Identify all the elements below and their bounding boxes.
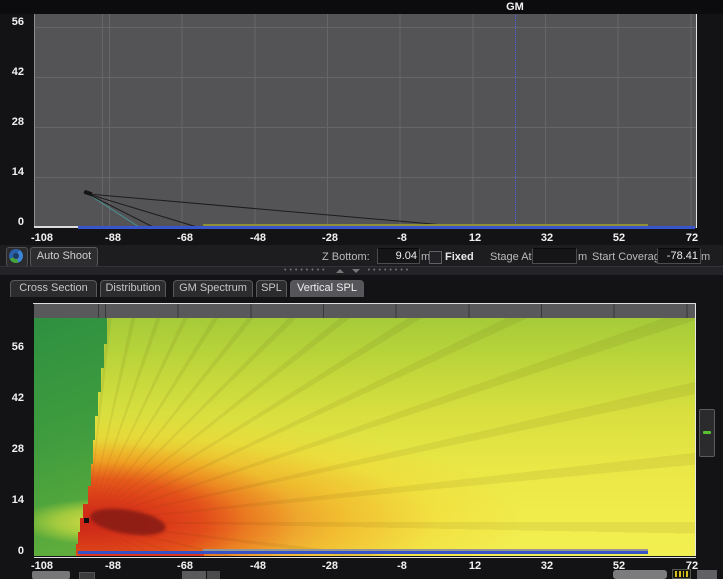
x-tick: 12: [451, 559, 499, 573]
collapse-down-icon[interactable]: [352, 269, 360, 273]
x-tick: -48: [234, 559, 282, 573]
bottom-right-scroll-handle[interactable]: [613, 570, 667, 579]
shoot-icon: [9, 249, 23, 263]
y-tick: 14: [0, 165, 24, 179]
heatmap-bottom-border: [34, 557, 696, 558]
heatmap-source-point: [84, 518, 89, 523]
splitter-handle[interactable]: •••••••• ••••••••: [284, 268, 440, 274]
x-tick: 72: [668, 231, 716, 245]
start-coverage-unit: m: [701, 251, 710, 263]
top-margin-strip: [0, 0, 723, 14]
x-tick: 12: [451, 231, 499, 245]
x-tick: -48: [234, 231, 282, 245]
y-tick: 14: [0, 493, 24, 507]
top-axis-line: [34, 226, 81, 228]
bottom-small-button[interactable]: [79, 572, 95, 579]
fixed-label: Fixed: [445, 251, 474, 263]
x-tick: 32: [523, 231, 571, 245]
x-tick: -8: [378, 559, 426, 573]
z-bottom-input[interactable]: [377, 248, 420, 264]
tab-cross-section[interactable]: Cross Section: [10, 280, 97, 297]
top-ground-line: [78, 226, 695, 229]
cross-section-plot[interactable]: [34, 14, 697, 228]
splitter-dots: ••••••••: [368, 268, 412, 274]
x-tick: -28: [306, 231, 354, 245]
splitter-dots: ••••••••: [284, 268, 328, 274]
line-array-marker: [84, 190, 93, 196]
x-tick: 52: [595, 231, 643, 245]
y-tick: 0: [0, 544, 24, 558]
heatmap-section-bar[interactable]: [34, 304, 696, 318]
app-window: GM 56 42 28 14 0 -108 -88 -68 -48 -28 -8…: [0, 0, 723, 579]
top-audience-line: [203, 224, 648, 226]
gm-position-line: [515, 15, 516, 227]
y-tick: 0: [0, 215, 24, 229]
auto-shoot-button[interactable]: Auto Shoot: [30, 247, 98, 267]
panel-splitter[interactable]: •••••••• ••••••••: [0, 266, 723, 275]
tab-vertical-spl[interactable]: Vertical SPL: [290, 280, 364, 297]
stage-at-input[interactable]: [532, 248, 577, 264]
level-meter-icon: [672, 569, 691, 579]
x-tick: -28: [306, 559, 354, 573]
view-tabbar: Cross Section Distribution GM Spectrum S…: [8, 280, 364, 297]
fixed-checkbox[interactable]: [429, 251, 442, 264]
y-tick: 28: [0, 442, 24, 456]
gm-marker-label: GM: [495, 0, 535, 14]
bottom-control[interactable]: [207, 571, 220, 579]
start-coverage-input[interactable]: [657, 248, 701, 264]
x-tick: -88: [89, 231, 137, 245]
z-bottom-label: Z Bottom:: [322, 251, 370, 263]
x-tick: -68: [161, 231, 209, 245]
speaker-fan-drawing: [35, 14, 696, 228]
y-tick: 42: [0, 65, 24, 79]
stage-at-label: Stage At:: [490, 251, 535, 263]
x-tick: -88: [89, 559, 137, 573]
tab-spl[interactable]: SPL: [256, 280, 287, 297]
stage-at-unit: m: [578, 251, 587, 263]
y-tick: 28: [0, 115, 24, 129]
x-tick: 32: [523, 559, 571, 573]
collapse-up-icon[interactable]: [336, 269, 344, 273]
shoot-button[interactable]: [6, 247, 28, 267]
y-tick: 42: [0, 391, 24, 405]
bottom-control[interactable]: [182, 571, 206, 579]
heatmap-stage-line: [80, 554, 204, 556]
bottom-scroll-handle[interactable]: [32, 571, 70, 579]
y-tick: 56: [0, 340, 24, 354]
tab-distribution[interactable]: Distribution: [100, 280, 166, 297]
vertical-spl-heatmap[interactable]: [34, 318, 696, 556]
tab-gm-spectrum[interactable]: GM Spectrum: [173, 280, 253, 297]
y-tick: 56: [0, 15, 24, 29]
bottom-right-button[interactable]: [697, 570, 717, 579]
x-tick: -108: [18, 231, 66, 245]
x-tick: -8: [378, 231, 426, 245]
spl-level-slider[interactable]: [699, 409, 715, 457]
